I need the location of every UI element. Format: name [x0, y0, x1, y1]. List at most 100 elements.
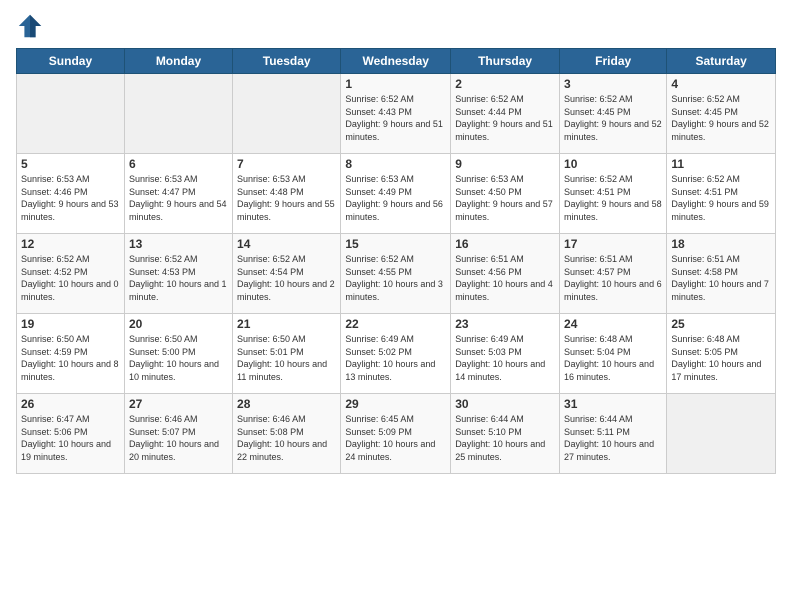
day-number: 12	[21, 237, 120, 251]
day-info: Sunrise: 6:52 AM Sunset: 4:53 PM Dayligh…	[129, 253, 228, 303]
day-cell: 26 Sunrise: 6:47 AM Sunset: 5:06 PM Dayli…	[17, 394, 125, 474]
day-cell: 16 Sunrise: 6:51 AM Sunset: 4:56 PM Dayli…	[451, 234, 560, 314]
day-number: 24	[564, 317, 662, 331]
day-cell: 13 Sunrise: 6:52 AM Sunset: 4:53 PM Dayli…	[124, 234, 232, 314]
day-number: 5	[21, 157, 120, 171]
day-number: 13	[129, 237, 228, 251]
day-info: Sunrise: 6:52 AM Sunset: 4:54 PM Dayligh…	[237, 253, 336, 303]
day-cell: 11 Sunrise: 6:52 AM Sunset: 4:51 PM Dayli…	[667, 154, 776, 234]
day-number: 2	[455, 77, 555, 91]
day-info: Sunrise: 6:49 AM Sunset: 5:02 PM Dayligh…	[345, 333, 446, 383]
logo	[16, 12, 48, 40]
day-cell: 23 Sunrise: 6:49 AM Sunset: 5:03 PM Dayli…	[451, 314, 560, 394]
col-header-wednesday: Wednesday	[341, 49, 451, 74]
logo-icon	[16, 12, 44, 40]
day-number: 3	[564, 77, 662, 91]
day-number: 28	[237, 397, 336, 411]
day-cell: 24 Sunrise: 6:48 AM Sunset: 5:04 PM Dayli…	[560, 314, 667, 394]
day-cell: 10Sunrise: 6:52 AM Sunset: 4:51 PM Dayli…	[560, 154, 667, 234]
week-row-1: 1 Sunrise: 6:52 AM Sunset: 4:43 PM Daylig…	[17, 74, 776, 154]
day-info: Sunrise: 6:50 AM Sunset: 5:00 PM Dayligh…	[129, 333, 228, 383]
calendar: SundayMondayTuesdayWednesdayThursdayFrid…	[16, 48, 776, 474]
day-number: 22	[345, 317, 446, 331]
day-number: 19	[21, 317, 120, 331]
day-info: Sunrise: 6:51 AM Sunset: 4:58 PM Dayligh…	[671, 253, 771, 303]
day-info: Sunrise: 6:50 AM Sunset: 5:01 PM Dayligh…	[237, 333, 336, 383]
day-cell	[17, 74, 125, 154]
day-info: Sunrise: 6:51 AM Sunset: 4:56 PM Dayligh…	[455, 253, 555, 303]
day-number: 15	[345, 237, 446, 251]
day-number: 4	[671, 77, 771, 91]
day-cell: 25Sunrise: 6:48 AM Sunset: 5:05 PM Dayli…	[667, 314, 776, 394]
day-number: 29	[345, 397, 446, 411]
page: SundayMondayTuesdayWednesdayThursdayFrid…	[0, 0, 792, 612]
day-cell: 27Sunrise: 6:46 AM Sunset: 5:07 PM Dayli…	[124, 394, 232, 474]
week-row-5: 26 Sunrise: 6:47 AM Sunset: 5:06 PM Dayli…	[17, 394, 776, 474]
day-number: 26	[21, 397, 120, 411]
day-cell: 17Sunrise: 6:51 AM Sunset: 4:57 PM Dayli…	[560, 234, 667, 314]
day-info: Sunrise: 6:45 AM Sunset: 5:09 PM Dayligh…	[345, 413, 446, 463]
day-number: 11	[671, 157, 771, 171]
day-info: Sunrise: 6:52 AM Sunset: 4:51 PM Dayligh…	[564, 173, 662, 223]
day-number: 14	[237, 237, 336, 251]
day-cell: 20 Sunrise: 6:50 AM Sunset: 5:00 PM Dayli…	[124, 314, 232, 394]
day-info: Sunrise: 6:52 AM Sunset: 4:45 PM Dayligh…	[671, 93, 771, 143]
day-number: 23	[455, 317, 555, 331]
calendar-header-row: SundayMondayTuesdayWednesdayThursdayFrid…	[17, 49, 776, 74]
day-number: 9	[455, 157, 555, 171]
day-cell: 30Sunrise: 6:44 AM Sunset: 5:10 PM Dayli…	[451, 394, 560, 474]
day-number: 8	[345, 157, 446, 171]
day-cell	[667, 394, 776, 474]
col-header-sunday: Sunday	[17, 49, 125, 74]
day-number: 21	[237, 317, 336, 331]
day-cell: 5Sunrise: 6:53 AM Sunset: 4:46 PM Daylig…	[17, 154, 125, 234]
day-number: 1	[345, 77, 446, 91]
day-info: Sunrise: 6:51 AM Sunset: 4:57 PM Dayligh…	[564, 253, 662, 303]
day-cell: 12 Sunrise: 6:52 AM Sunset: 4:52 PM Dayli…	[17, 234, 125, 314]
day-cell: 1 Sunrise: 6:52 AM Sunset: 4:43 PM Daylig…	[341, 74, 451, 154]
header	[16, 12, 776, 40]
col-header-thursday: Thursday	[451, 49, 560, 74]
day-info: Sunrise: 6:46 AM Sunset: 5:07 PM Dayligh…	[129, 413, 228, 463]
day-cell	[124, 74, 232, 154]
col-header-tuesday: Tuesday	[233, 49, 341, 74]
day-info: Sunrise: 6:44 AM Sunset: 5:10 PM Dayligh…	[455, 413, 555, 463]
day-info: Sunrise: 6:48 AM Sunset: 5:04 PM Dayligh…	[564, 333, 662, 383]
day-cell: 19 Sunrise: 6:50 AM Sunset: 4:59 PM Dayli…	[17, 314, 125, 394]
day-cell	[233, 74, 341, 154]
day-info: Sunrise: 6:47 AM Sunset: 5:06 PM Dayligh…	[21, 413, 120, 463]
day-info: Sunrise: 6:52 AM Sunset: 4:52 PM Dayligh…	[21, 253, 120, 303]
day-info: Sunrise: 6:44 AM Sunset: 5:11 PM Dayligh…	[564, 413, 662, 463]
day-info: Sunrise: 6:52 AM Sunset: 4:51 PM Dayligh…	[671, 173, 771, 223]
day-cell: 9 Sunrise: 6:53 AM Sunset: 4:50 PM Daylig…	[451, 154, 560, 234]
day-number: 16	[455, 237, 555, 251]
col-header-friday: Friday	[560, 49, 667, 74]
day-info: Sunrise: 6:46 AM Sunset: 5:08 PM Dayligh…	[237, 413, 336, 463]
day-info: Sunrise: 6:49 AM Sunset: 5:03 PM Dayligh…	[455, 333, 555, 383]
day-cell: 3Sunrise: 6:52 AM Sunset: 4:45 PM Daylig…	[560, 74, 667, 154]
day-info: Sunrise: 6:48 AM Sunset: 5:05 PM Dayligh…	[671, 333, 771, 383]
day-number: 6	[129, 157, 228, 171]
week-row-3: 12 Sunrise: 6:52 AM Sunset: 4:52 PM Dayli…	[17, 234, 776, 314]
day-number: 20	[129, 317, 228, 331]
day-cell: 8Sunrise: 6:53 AM Sunset: 4:49 PM Daylig…	[341, 154, 451, 234]
day-cell: 2 Sunrise: 6:52 AM Sunset: 4:44 PM Daylig…	[451, 74, 560, 154]
day-cell: 28 Sunrise: 6:46 AM Sunset: 5:08 PM Dayli…	[233, 394, 341, 474]
day-info: Sunrise: 6:50 AM Sunset: 4:59 PM Dayligh…	[21, 333, 120, 383]
day-number: 7	[237, 157, 336, 171]
day-info: Sunrise: 6:53 AM Sunset: 4:50 PM Dayligh…	[455, 173, 555, 223]
day-cell: 18Sunrise: 6:51 AM Sunset: 4:58 PM Dayli…	[667, 234, 776, 314]
week-row-4: 19 Sunrise: 6:50 AM Sunset: 4:59 PM Dayli…	[17, 314, 776, 394]
day-info: Sunrise: 6:53 AM Sunset: 4:47 PM Dayligh…	[129, 173, 228, 223]
day-cell: 15 Sunrise: 6:52 AM Sunset: 4:55 PM Dayli…	[341, 234, 451, 314]
day-cell: 7 Sunrise: 6:53 AM Sunset: 4:48 PM Daylig…	[233, 154, 341, 234]
day-info: Sunrise: 6:52 AM Sunset: 4:43 PM Dayligh…	[345, 93, 446, 143]
day-cell: 29 Sunrise: 6:45 AM Sunset: 5:09 PM Dayli…	[341, 394, 451, 474]
day-cell: 4 Sunrise: 6:52 AM Sunset: 4:45 PM Daylig…	[667, 74, 776, 154]
day-info: Sunrise: 6:52 AM Sunset: 4:55 PM Dayligh…	[345, 253, 446, 303]
day-info: Sunrise: 6:52 AM Sunset: 4:44 PM Dayligh…	[455, 93, 555, 143]
day-number: 31	[564, 397, 662, 411]
col-header-monday: Monday	[124, 49, 232, 74]
day-info: Sunrise: 6:53 AM Sunset: 4:48 PM Dayligh…	[237, 173, 336, 223]
day-cell: 31 Sunrise: 6:44 AM Sunset: 5:11 PM Dayli…	[560, 394, 667, 474]
